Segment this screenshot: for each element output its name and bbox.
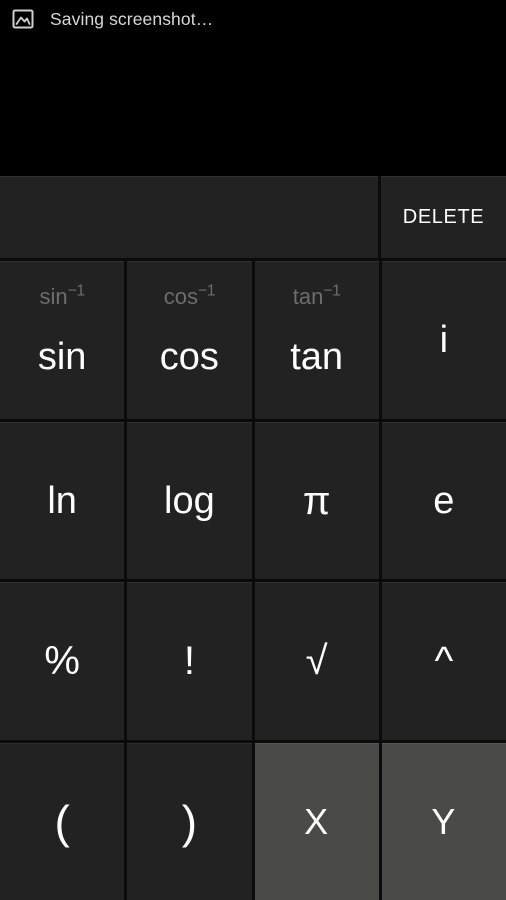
key-sin[interactable]: sin−1 sin <box>0 261 125 419</box>
key-cos[interactable]: cos−1 cos <box>127 261 252 419</box>
key-euler-e[interactable]: e <box>381 421 506 579</box>
screen-root: Saving screenshot… DELETE sin−1 sin cos−… <box>0 0 506 900</box>
key-square-root-label: √ <box>305 639 328 684</box>
key-variable-x[interactable]: X <box>254 742 379 900</box>
key-left-parenthesis[interactable]: ( <box>0 742 125 900</box>
notification-area: Saving screenshot… <box>0 0 506 176</box>
keypad-row: ln log π e <box>0 421 506 579</box>
key-sin-secondary-label: sin−1 <box>39 282 86 309</box>
key-left-parenthesis-label: ( <box>54 795 70 848</box>
key-log[interactable]: log <box>127 421 252 579</box>
key-imaginary-unit-label: i <box>439 319 449 362</box>
key-cos-label: cos <box>159 336 219 379</box>
keypad-grid: sin−1 sin cos−1 cos tan−1 tan i ln log π… <box>0 261 506 900</box>
key-log-label: log <box>164 479 215 522</box>
delete-button[interactable]: DELETE <box>381 176 506 258</box>
key-power-label: ^ <box>434 639 454 684</box>
key-square-root[interactable]: √ <box>254 582 379 740</box>
keypad-row: ( ) X Y <box>0 742 506 900</box>
notification-text: Saving screenshot… <box>50 9 214 29</box>
key-euler-e-label: e <box>433 479 455 522</box>
key-variable-y[interactable]: Y <box>381 742 506 900</box>
key-pi-label: π <box>302 478 331 523</box>
key-power[interactable]: ^ <box>381 582 506 740</box>
key-percent-label: % <box>44 639 80 684</box>
screenshot-saving-notification[interactable]: Saving screenshot… <box>0 0 506 38</box>
calculator-panel: DELETE sin−1 sin cos−1 cos tan−1 tan i l… <box>0 176 506 900</box>
key-variable-y-label: Y <box>431 800 457 842</box>
key-factorial[interactable]: ! <box>127 582 252 740</box>
key-tan[interactable]: tan−1 tan <box>254 261 379 419</box>
key-right-parenthesis-label: ) <box>181 795 198 848</box>
key-percent[interactable]: % <box>0 582 125 740</box>
key-tan-secondary-label: tan−1 <box>292 282 341 309</box>
key-imaginary-unit[interactable]: i <box>381 261 506 419</box>
key-sin-label: sin <box>37 336 87 379</box>
key-pi[interactable]: π <box>254 421 379 579</box>
key-ln-label: ln <box>47 479 77 522</box>
key-ln[interactable]: ln <box>0 421 125 579</box>
formula-display[interactable] <box>0 176 378 258</box>
key-cos-secondary-label: cos−1 <box>163 282 216 309</box>
key-right-parenthesis[interactable]: ) <box>127 742 252 900</box>
key-factorial-label: ! <box>183 639 195 684</box>
key-variable-x-label: X <box>304 800 330 842</box>
display-row: DELETE <box>0 176 506 258</box>
image-icon <box>12 8 34 30</box>
keypad-row: sin−1 sin cos−1 cos tan−1 tan i <box>0 261 506 419</box>
key-tan-label: tan <box>290 336 344 379</box>
keypad-row: % ! √ ^ <box>0 582 506 740</box>
